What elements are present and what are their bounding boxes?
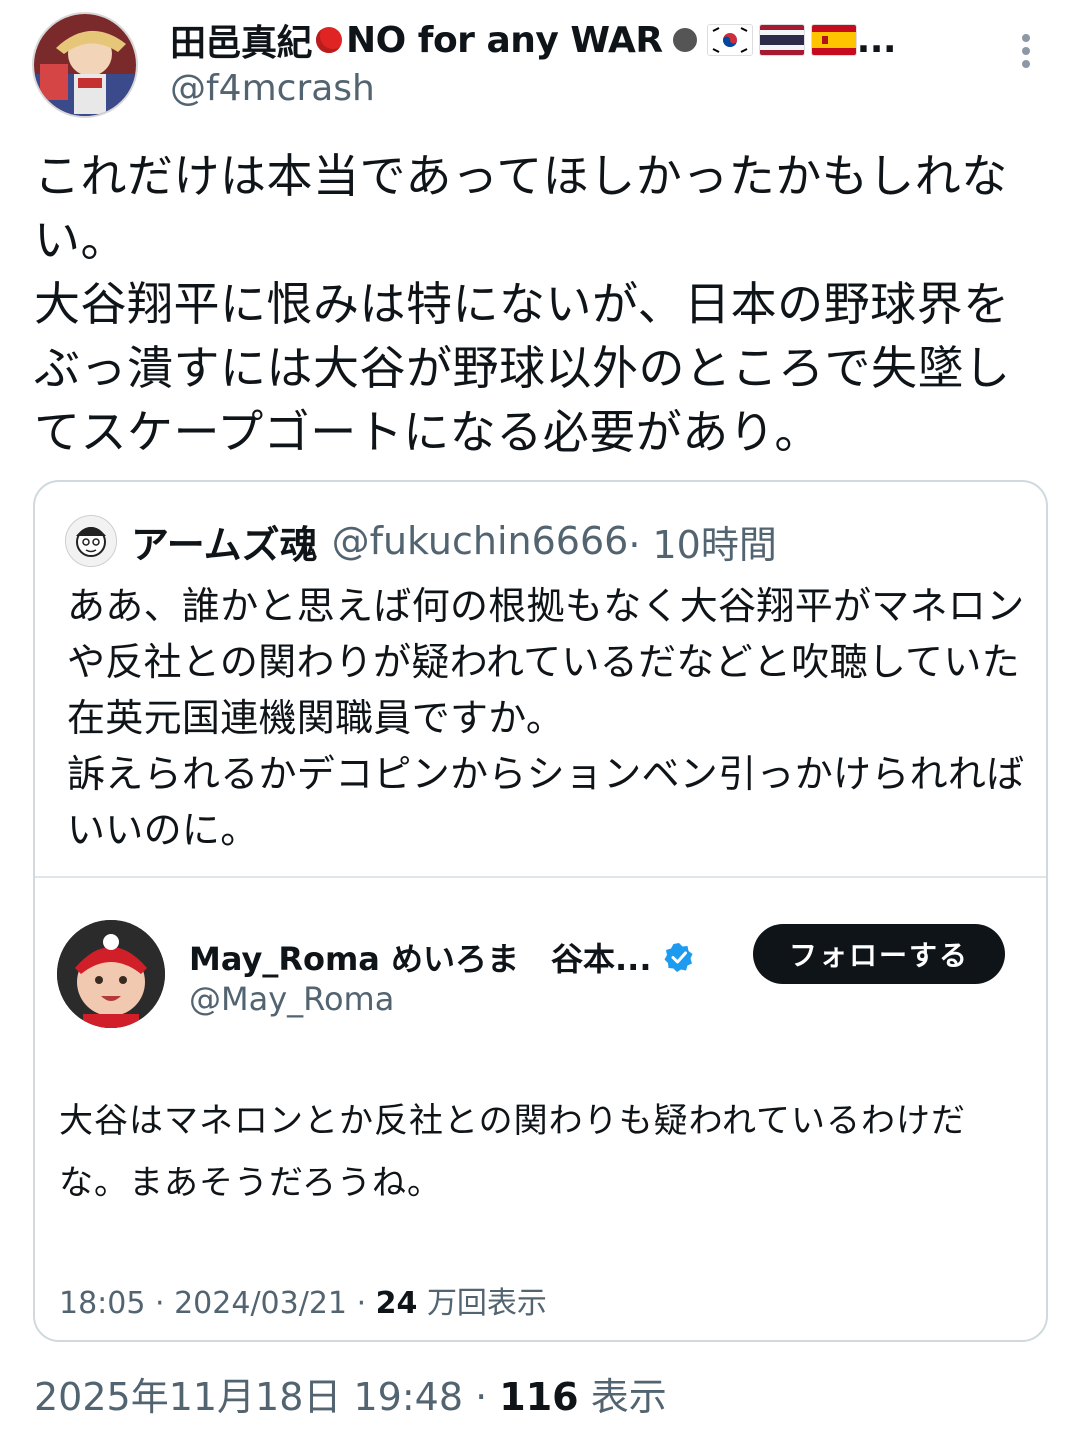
tweet-text-line: これだけは本当であってほしかったかもしれない。 (34, 149, 1008, 267)
media-divider (35, 876, 1046, 878)
name-ellipsis: ... (856, 19, 897, 61)
quoted-text-line: ああ、誰かと思えば何の根拠もなく大谷翔平がマネロンや反社との関わりが疑われている… (67, 584, 1025, 740)
embedded-tweet-text: 大谷はマネロンとか反社との関わりも疑われているわけだな。まあそうだろうね。 (59, 1101, 966, 1203)
meta-separator: · (356, 1286, 376, 1321)
quoted-tweet-text: ああ、誰かと思えば何の根拠もなく大谷翔平がマネロンや反社との関わりが疑われている… (67, 578, 1027, 858)
author-display-name[interactable]: 田邑真紀 (170, 14, 313, 66)
embedded-views-count: 24 (375, 1286, 418, 1321)
korea-flag-icon (706, 24, 753, 56)
author-name-row: 田邑真紀 NO for any WAR ... (170, 14, 897, 66)
tweet-views-label: 表示 (590, 1375, 667, 1419)
spain-flag-icon (810, 24, 857, 56)
follow-button: フォローする (753, 924, 1005, 984)
tweet-timestamp[interactable]: 2025年11月18日 19:48 (34, 1375, 463, 1419)
tweet-meta: 2025年11月18日 19:48 · 116 表示 (34, 1366, 667, 1421)
more-options-icon[interactable] (1014, 34, 1038, 74)
red-circle-icon (316, 27, 343, 53)
author-status-text: NO for any WAR (346, 19, 663, 61)
embedded-views-label: 万回表示 (426, 1286, 547, 1321)
quoted-text-line: 訴えられるかデコピンからションベン引っかけられればいいのに。 (67, 752, 1025, 852)
embedded-date: 2024/03/21 (174, 1286, 348, 1321)
embedded-author-avatar (57, 920, 165, 1028)
embedded-author-handle: @May_Roma (189, 980, 395, 1018)
tweet-views-count[interactable]: 116 (499, 1375, 578, 1419)
embedded-time: 18:05 (59, 1286, 146, 1321)
embedded-author-name: May_Roma めいろま 谷本... (189, 940, 652, 978)
meta-separator: · (155, 1286, 175, 1321)
author-handle[interactable]: @f4mcrash (170, 68, 375, 109)
quoted-author-name: アームズ魂 (131, 522, 318, 567)
quoted-author-avatar (65, 515, 117, 567)
quoted-author-handle: @fukuchin6666 (331, 519, 629, 563)
quoted-tweet-header: アームズ魂 @fukuchin6666 · 10時間 (65, 514, 777, 568)
embedded-tweet-meta: 18:05 · 2024/03/21 · 24 万回表示 (59, 1278, 547, 1322)
meta-separator: · (475, 1375, 500, 1419)
verified-badge-icon (664, 943, 692, 972)
embedded-author-name-row: May_Roma めいろま 谷本... (189, 934, 694, 980)
author-avatar[interactable] (32, 12, 138, 118)
quoted-tweet-card[interactable]: アームズ魂 @fukuchin6666 · 10時間 ああ、誰かと思えば何の根拠… (33, 480, 1048, 1342)
quoted-time-ago: · 10時間 (628, 522, 777, 567)
tweet-text: これだけは本当であってほしかったかもしれない。 大谷翔平に恨みは特にないが、日本… (34, 144, 1044, 464)
black-circle-icon (672, 28, 697, 52)
tweet-text-line: 大谷翔平に恨みは特にないが、日本の野球界をぶっ潰すには大谷が野球以外のところで失… (34, 277, 1011, 459)
thailand-flag-icon (758, 24, 805, 56)
